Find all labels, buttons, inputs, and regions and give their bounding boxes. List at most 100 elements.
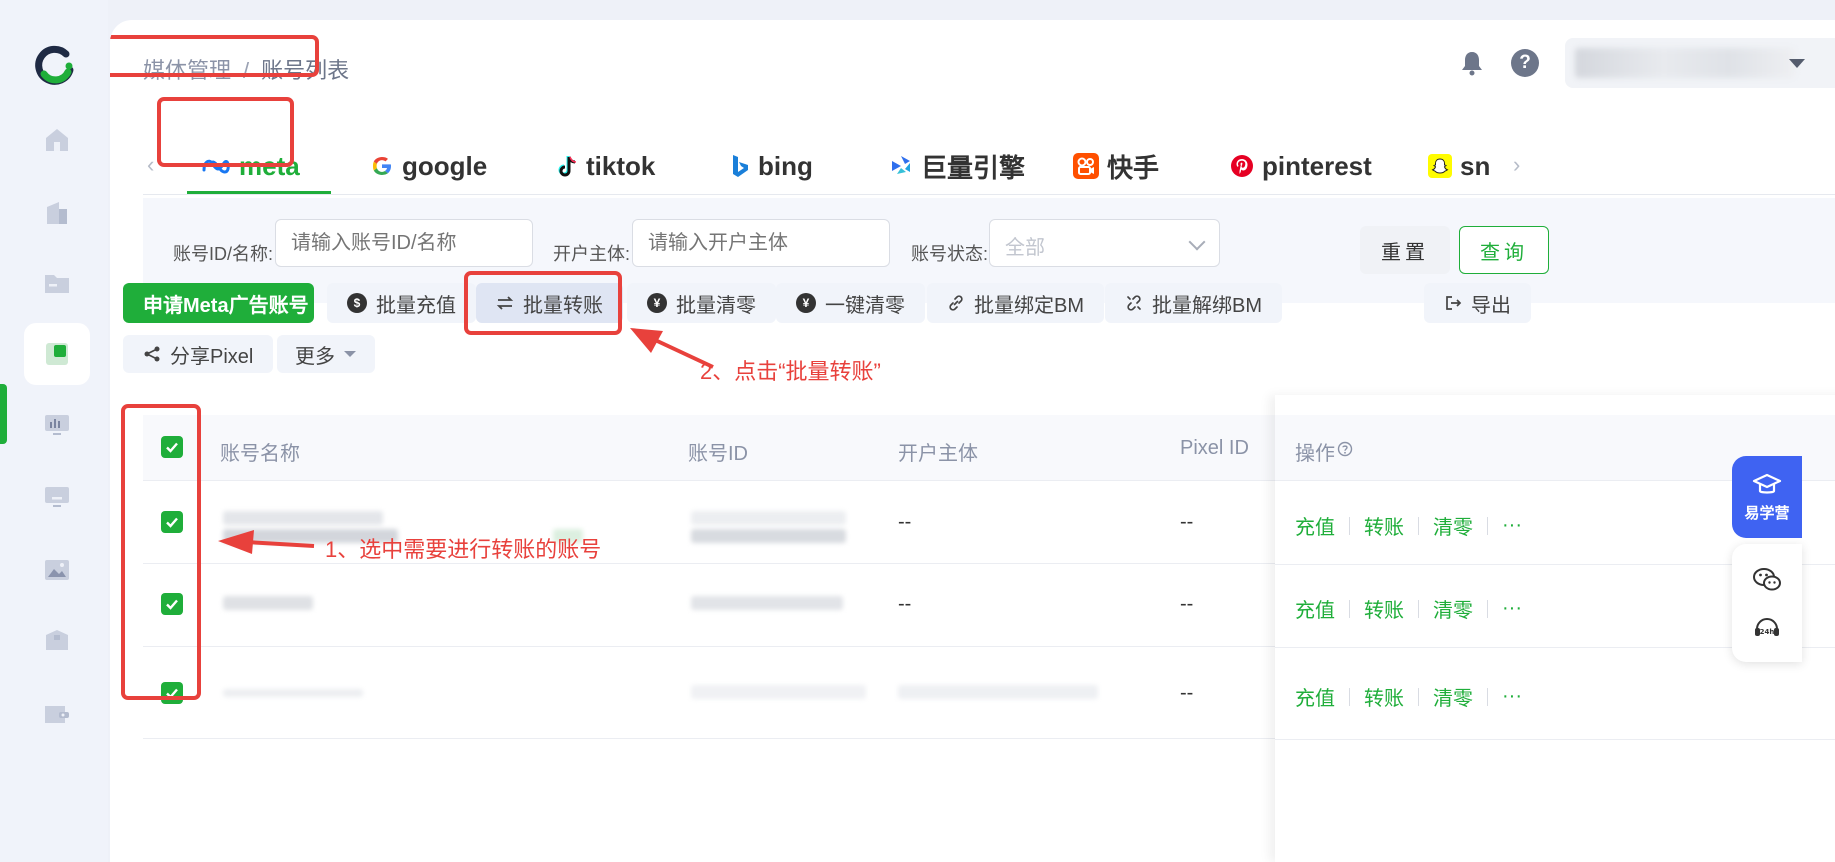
clear-link[interactable]: 清零 [1433,682,1473,711]
share-pixel-button[interactable]: 分享Pixel [123,335,274,373]
bell-icon[interactable] [1457,48,1487,78]
more-ops-icon[interactable]: ··· [1502,685,1522,708]
annotation-highlight-batch-transfer [464,271,622,335]
clear-link[interactable]: 清零 [1433,594,1473,623]
left-sidebar [0,0,108,862]
account-id-input[interactable] [275,219,533,267]
account-name-blurred [223,596,313,610]
pixel-cell: -- [1180,511,1194,533]
entity-blurred [898,685,1098,699]
tab-google[interactable]: google [370,146,487,186]
share-pixel-label: 分享Pixel [170,345,254,368]
user-menu[interactable] [1565,38,1835,88]
media-icon [46,343,68,365]
recharge-link[interactable]: 充值 [1295,682,1335,711]
tab-tiktok[interactable]: tiktok [556,146,655,186]
sidebar-item-folder[interactable] [24,252,90,314]
share-icon [144,346,160,362]
batch-bind-bm-button[interactable]: 批量绑定BM [927,283,1104,323]
row-operations: 充值 转账 清零 ··· [1295,682,1522,711]
sidebar-active-indicator [0,384,7,444]
row-operations: 充值 转账 清零 ··· [1295,594,1522,623]
batch-bind-bm-label: 批量绑定BM [974,294,1084,317]
one-click-clear-button[interactable]: ¥ 一键清零 [776,283,925,323]
query-button[interactable]: 查询 [1459,226,1549,274]
yen-icon: ¥ [796,293,816,313]
batch-clear-button[interactable]: ¥ 批量清零 [627,283,776,323]
transfer-link[interactable]: 转账 [1364,594,1404,623]
more-ops-icon[interactable]: ··· [1502,514,1522,537]
google-icon [372,157,391,175]
tiktok-icon [558,156,577,177]
tab-bing-label: bing [758,150,813,181]
sidebar-item-home[interactable] [24,109,90,171]
dollar-icon: $ [347,293,367,313]
row-operations: 充值 转账 清零 ··· [1295,511,1522,540]
account-name-blurred [223,511,383,525]
annotation-step1: 1、选中需要进行转账的账号 [325,537,602,562]
platform-tabs: ‹ meta google tiktok bing 巨量引擎 快手 pinter… [143,110,1835,195]
app-logo-icon[interactable] [32,44,76,88]
sidebar-item-wallet[interactable] [24,682,90,744]
batch-recharge-button[interactable]: $ 批量充值 [327,283,476,323]
tab-kuaishou[interactable]: 快手 [1073,146,1159,186]
tab-oceanengine-label: 巨量引擎 [921,152,1026,183]
tab-bing[interactable]: bing [730,146,813,186]
monitor-chart-icon [45,415,69,435]
status-select[interactable]: 全部 [989,219,1220,267]
sidebar-item-box[interactable] [24,610,90,672]
support-24h-icon[interactable]: 24h [1752,613,1782,641]
batch-clear-label: 批量清零 [676,294,756,317]
sidebar-item-monitor[interactable] [24,394,90,456]
column-header-id[interactable]: 账号ID [688,437,748,466]
tab-snapchat[interactable]: sn [1428,146,1490,186]
bing-icon [733,155,748,177]
annotation-highlight-meta-tab [157,97,294,167]
tab-oceanengine[interactable]: 巨量引擎 [889,146,1025,186]
learning-camp-widget[interactable]: 易学营 [1732,456,1802,538]
tabs-next-icon[interactable]: › [1513,152,1520,178]
recharge-link[interactable]: 充值 [1295,511,1335,540]
more-ops-icon[interactable]: ··· [1502,597,1522,620]
sidebar-item-building[interactable] [24,182,90,244]
caret-down-icon [344,351,356,357]
annotation-highlight-checkboxes [121,404,201,700]
batch-unbind-bm-button[interactable]: 批量解绑BM [1105,283,1282,323]
clear-link[interactable]: 清零 [1433,511,1473,540]
sidebar-item-media[interactable] [24,323,90,385]
wechat-icon[interactable] [1752,566,1782,594]
apply-meta-account-button[interactable]: 申请Meta广告账号 [123,283,314,323]
more-dropdown-button[interactable]: 更多 [277,335,375,373]
entity-input[interactable] [632,219,890,267]
graduation-cap-icon [1752,473,1782,494]
reset-button[interactable]: 重置 [1360,226,1450,274]
export-button[interactable]: 导出 [1424,283,1531,323]
tabs-prev-icon[interactable]: ‹ [147,152,154,178]
account-id-blurred [691,685,866,699]
image-icon [45,560,69,580]
column-header-entity[interactable]: 开户主体 [898,437,978,466]
sidebar-item-image[interactable] [24,539,90,601]
entity-cell: -- [898,593,912,615]
folder-icon [45,275,69,293]
svg-text:24h: 24h [1760,628,1775,636]
help-circle-icon[interactable] [1337,441,1353,457]
help-icon[interactable]: ? [1511,49,1539,77]
oceanengine-icon [892,156,910,174]
tab-active-underline [187,191,331,194]
tab-pinterest[interactable]: pinterest [1230,146,1372,186]
recharge-link[interactable]: 充值 [1295,594,1335,623]
snapchat-icon [1428,154,1452,178]
sidebar-item-display[interactable] [24,466,90,528]
transfer-link[interactable]: 转账 [1364,682,1404,711]
column-header-name[interactable]: 账号名称 [220,437,300,466]
export-label: 导出 [1471,294,1511,317]
display-icon [45,487,69,507]
transfer-link[interactable]: 转账 [1364,511,1404,540]
building-icon [47,202,67,224]
entity-cell: -- [898,511,912,533]
column-header-pixel[interactable]: Pixel ID [1180,437,1249,460]
one-click-clear-label: 一键清零 [825,294,905,317]
account-id-blurred [691,529,846,543]
status-filter-label: 账号状态: [911,244,989,264]
